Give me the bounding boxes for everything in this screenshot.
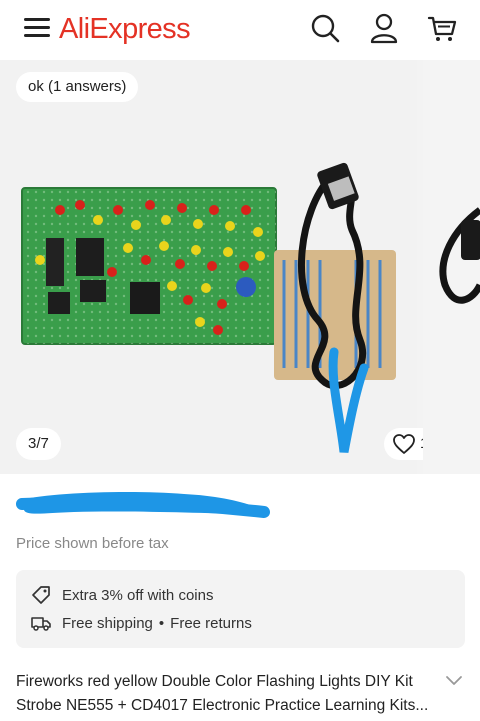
- image-counter: 3/7: [16, 428, 61, 460]
- aliexpress-logo[interactable]: AliExpress: [59, 13, 191, 46]
- chevron-down-icon[interactable]: [443, 672, 465, 690]
- product-title-line1: Fireworks red yellow Double Color Flashi…: [16, 673, 413, 690]
- cart-icon[interactable]: [425, 11, 459, 45]
- price-redaction: [16, 492, 270, 518]
- tag-icon: [32, 586, 50, 604]
- top-header: AliExpress: [0, 0, 480, 60]
- promo-separator: •: [158, 614, 165, 632]
- returns-text: Free returns: [170, 614, 252, 632]
- promotions-panel[interactable]: Extra 3% off with coins Free shipping • …: [16, 570, 465, 648]
- coins-promo[interactable]: Extra 3% off with coins: [30, 582, 213, 608]
- truck-icon: [31, 617, 51, 631]
- search-icon[interactable]: [308, 11, 342, 45]
- menu-icon[interactable]: [24, 16, 52, 40]
- product-image[interactable]: ok (1 answers) 3/7 1497: [0, 60, 464, 474]
- product-title[interactable]: Fireworks red yellow Double Color Flashi…: [16, 670, 436, 718]
- product-gallery[interactable]: ok (1 answers) 3/7 1497: [0, 60, 480, 474]
- review-badge[interactable]: ok (1 answers): [16, 72, 139, 102]
- next-photo: [439, 207, 480, 304]
- price-tax-note: Price shown before tax: [16, 535, 169, 552]
- product-title-line2: Strobe NE555 + CD4017 Electronic Practic…: [16, 697, 429, 714]
- shipping-text: Free shipping: [62, 614, 153, 632]
- account-icon[interactable]: [367, 11, 401, 45]
- next-product-image[interactable]: [423, 60, 480, 474]
- shipping-promo[interactable]: Free shipping • Free returns: [30, 610, 252, 636]
- coins-promo-text: Extra 3% off with coins: [62, 586, 214, 604]
- heart-icon[interactable]: [392, 433, 416, 455]
- product-photo: [21, 162, 396, 453]
